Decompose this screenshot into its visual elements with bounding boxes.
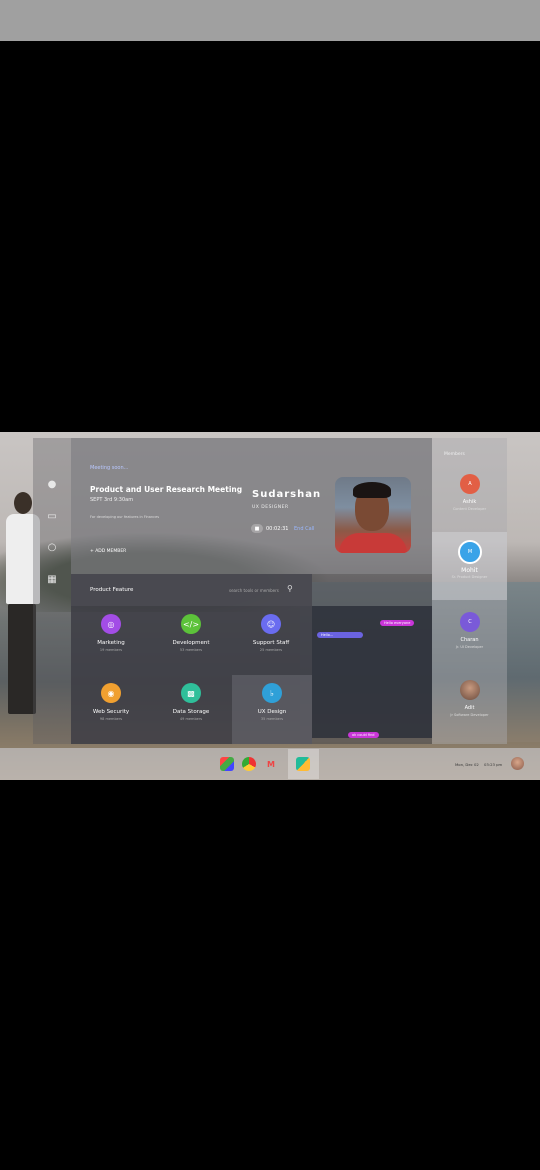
gmail-app-icon[interactable]: M [264, 757, 278, 771]
end-call-button[interactable]: End Call [294, 526, 314, 532]
chrome-app-icon[interactable] [242, 757, 256, 771]
member-item-mohit[interactable]: M Mohit Sr. Product Designer [432, 532, 507, 600]
feature-title: Product Feature [90, 587, 134, 593]
feature-tile-web-security[interactable]: ◉ Web Security 98 members [71, 675, 151, 744]
host-name: Sudarshan [252, 489, 322, 500]
feature-members: 35 members [260, 717, 284, 721]
status-bar [0, 0, 540, 41]
feature-members: 98 members [99, 717, 123, 721]
feature-name: Development [172, 640, 210, 646]
code-icon: </> [181, 614, 201, 634]
members-panel: Members A Ashik Content Developer M Mohi… [432, 438, 507, 744]
member-role: Sr. Product Designer [451, 575, 488, 579]
feature-tile-data-storage[interactable]: ▩ Data Storage 49 members [151, 675, 231, 744]
avatar: C [460, 612, 480, 632]
chat-icon[interactable]: ○ [46, 541, 58, 553]
taskbar-time: 03:23 pm [484, 762, 503, 767]
member-name: Mohit [461, 567, 478, 574]
product-feature-panel: Product Feature search tools or members … [71, 574, 312, 744]
feature-tile-ux-design[interactable]: ♭ UX Design 35 members [232, 675, 312, 744]
drive-app-icon[interactable] [296, 757, 310, 771]
feature-name: Marketing [97, 640, 125, 646]
member-role: Content Developer [452, 507, 487, 511]
member-name: Ashik [462, 499, 477, 505]
meeting-date: SEPT 3rd 9:30am [90, 497, 134, 503]
meeting-title: Product and User Research Meeting [90, 485, 243, 494]
feature-members: 19 members [99, 648, 123, 652]
search-icon[interactable]: ⚲ [287, 584, 293, 593]
feature-name: Web Security [92, 709, 130, 715]
add-member-button[interactable]: + ADD MEMBER [90, 549, 126, 554]
desktop-screen: ● ▭ ○ ▦ Meeting soon... Product and User… [0, 432, 540, 780]
feature-members: 53 members [179, 648, 203, 652]
camera-icon[interactable]: ■ [251, 524, 263, 533]
avatar: A [460, 474, 480, 494]
feature-tile-support-staff[interactable]: ☺ Support Staff 25 members [231, 606, 311, 675]
feature-header: Product Feature search tools or members … [71, 574, 312, 606]
feature-tile-development[interactable]: </> Development 53 members [151, 606, 231, 675]
avatar: M [458, 540, 482, 564]
avatar [460, 680, 480, 700]
member-role: Jr Software Developer [450, 713, 489, 717]
chat-bubble-sent: Hello everyone [380, 620, 415, 626]
taskbar-date: Mon, Dec 02 [455, 762, 479, 767]
video-icon[interactable]: ▭ [46, 510, 58, 522]
member-item-ashik[interactable]: A Ashik Content Developer [432, 464, 507, 532]
shield-icon: ◉ [101, 683, 121, 703]
headset-icon: ☺ [261, 614, 281, 634]
member-item-adit[interactable]: Adit Jr Software Developer [432, 670, 507, 738]
sidebar: ● ▭ ○ ▦ [33, 438, 71, 744]
host-role: UX DESIGNER [252, 505, 289, 510]
member-name: Adit [464, 705, 475, 711]
feature-members: 25 members [259, 648, 283, 652]
account-avatar[interactable] [511, 757, 524, 770]
meeting-soon-label: Meeting soon... [90, 465, 129, 471]
feature-members: 49 members [179, 717, 203, 721]
calendar-icon[interactable]: ▦ [46, 573, 58, 585]
folder-icon: ▩ [181, 683, 201, 703]
meeting-note: For developing our features in Finances [90, 515, 160, 519]
meeting-card: Meeting soon... Product and User Researc… [71, 438, 432, 574]
member-role: Jr. UI Developer [455, 645, 484, 649]
chat-panel: Hello everyone Hello... ok could find [312, 606, 432, 738]
members-title: Members [444, 452, 465, 457]
notification-icon[interactable]: ● [46, 478, 58, 490]
member-item-charan[interactable]: C Charan Jr. UI Developer [432, 602, 507, 670]
call-timer: 00:02:31 [266, 526, 289, 532]
chat-bubble-sent: ok could find [348, 732, 379, 738]
feature-name: Data Storage [172, 709, 210, 715]
marketing-icon: ◎ [101, 614, 121, 634]
feature-name: Support Staff [252, 640, 290, 646]
taskbar: M Mon, Dec 02 03:23 pm [0, 748, 540, 780]
headphones-icon: ♭ [262, 683, 282, 703]
photos-app-icon[interactable] [220, 757, 234, 771]
host-photo [335, 477, 411, 553]
feature-tile-marketing[interactable]: ◎ Marketing 19 members [71, 606, 151, 675]
member-name: Charan [460, 637, 479, 643]
search-input[interactable]: search tools or members [229, 588, 279, 593]
chat-bubble-received: Hello... [317, 632, 363, 638]
feature-name: UX Design [257, 709, 287, 715]
